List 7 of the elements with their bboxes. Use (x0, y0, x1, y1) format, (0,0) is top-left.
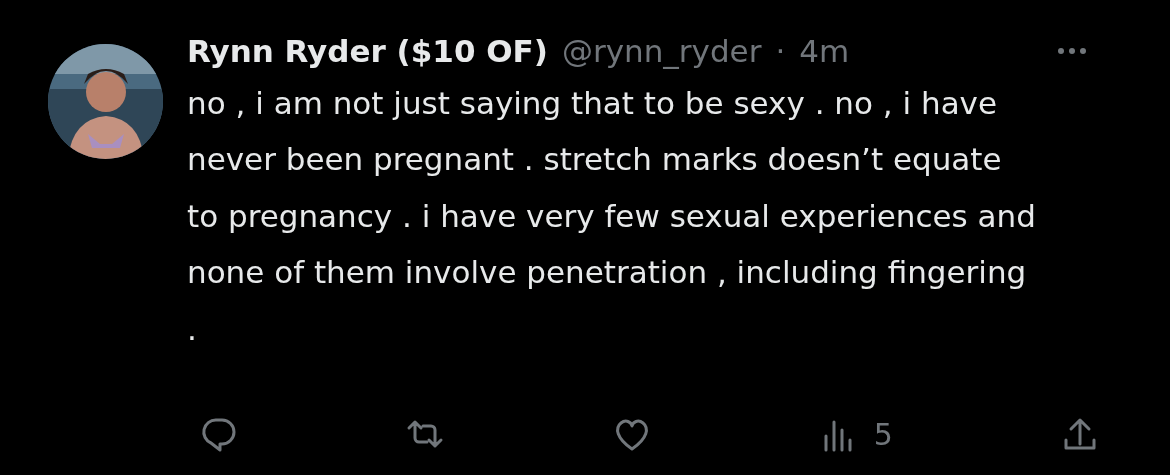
post-text: no , i am not just saying that to be sexy . no , i have never been pregnant . stretch marks doesn’t equate to pregnancy . i have very few sexual experiences and none of them involve penetration , including fingering . (187, 83, 1037, 349)
separator: · (775, 32, 786, 71)
view-count: 5 (873, 416, 893, 454)
author-handle[interactable]: @rynn_ryder (561, 28, 762, 75)
post-time[interactable]: 4m (799, 28, 850, 75)
views-button[interactable]: 5 (819, 412, 893, 457)
author-name[interactable]: Rynn Ryder ($10 OF) (187, 28, 548, 75)
